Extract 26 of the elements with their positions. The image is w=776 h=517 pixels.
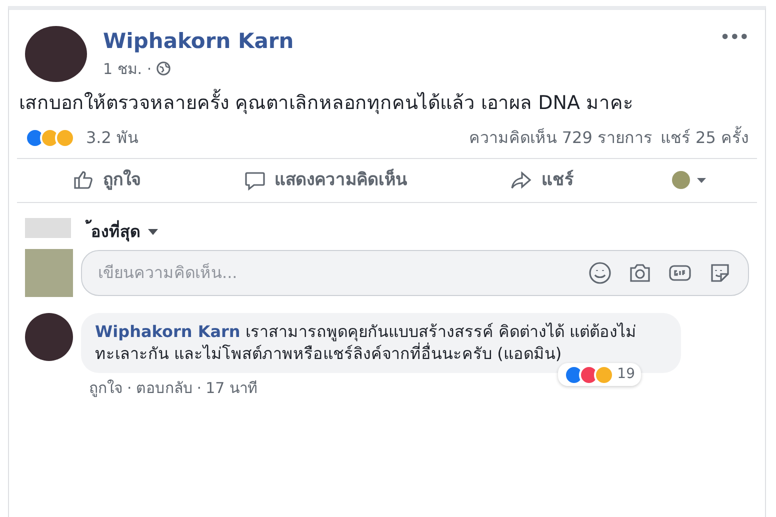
like-icon xyxy=(71,169,95,192)
like-link[interactable]: ถูกใจ xyxy=(89,377,123,400)
separator: · xyxy=(127,378,132,400)
reply-link[interactable]: ตอบกลับ xyxy=(136,377,193,400)
gif-icon[interactable] xyxy=(668,262,692,283)
like-button[interactable]: ถูกใจ xyxy=(65,166,147,194)
sort-menu-button[interactable]: ้องที่สุด xyxy=(79,211,158,245)
comment-count[interactable]: ความคิดเห็น 729 รายการ xyxy=(468,126,652,150)
more-options-icon[interactable]: ••• xyxy=(720,26,749,48)
separator: · xyxy=(196,378,202,400)
globe-icon[interactable] xyxy=(156,61,171,76)
comment-button[interactable]: แสดงความคิดเห็น xyxy=(236,166,414,194)
post-time[interactable]: 1 ชม. · xyxy=(103,58,152,80)
avatar-photo[interactable] xyxy=(25,312,73,361)
author-name[interactable]: Wiphakorn Karn xyxy=(103,26,704,58)
share-icon xyxy=(509,169,534,192)
comment-time[interactable]: 17 นาที xyxy=(206,377,258,400)
share-count[interactable]: แชร์ 25 ครั้ง xyxy=(660,126,749,150)
post-text: เสกบอกให้ตรวจหลายครั้ง คุณตาเลิกหลอกทุกคนได้แล้ว เอาผล DNA มาคะ xyxy=(9,90,669,118)
caret-icon xyxy=(148,228,158,235)
reaction-count[interactable]: 3.2 พัน xyxy=(86,126,139,150)
blurred-region xyxy=(25,218,71,238)
emoji-icon[interactable] xyxy=(588,260,612,285)
share-button[interactable]: แชร์ xyxy=(503,166,580,194)
reaction-summary[interactable]: 19 xyxy=(558,363,641,386)
comment-icon xyxy=(242,169,267,192)
